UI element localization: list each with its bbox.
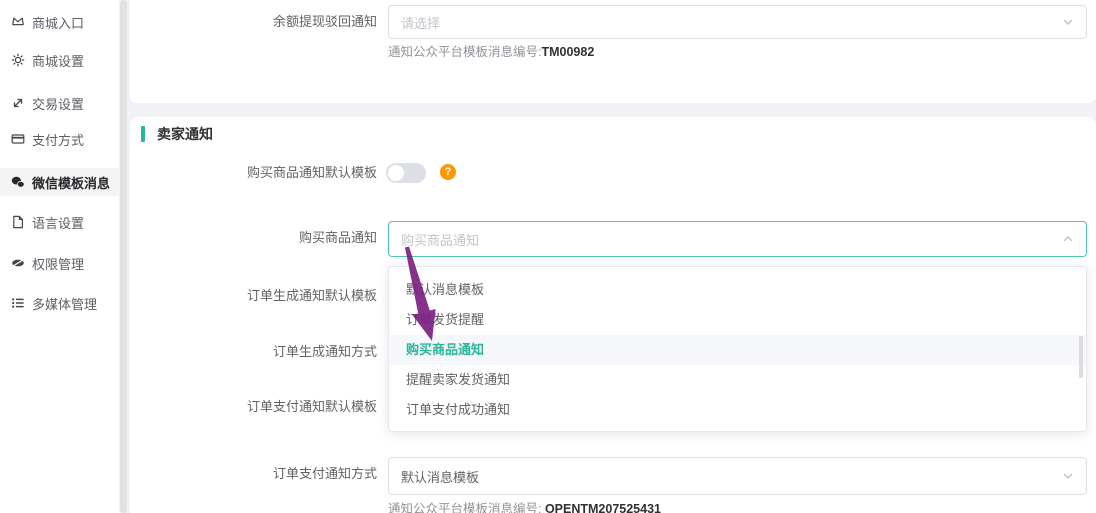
- field-label-order-pay-notify-mode: 订单支付通知方式: [137, 465, 377, 483]
- sidebar-item-label: 支付方式: [32, 130, 84, 149]
- field-label-order-pay-default-template: 订单支付通知默认模板: [137, 398, 377, 416]
- select-placeholder: 请选择: [401, 13, 440, 32]
- select-value: 默认消息模板: [401, 467, 479, 486]
- order-pay-notify-select[interactable]: 默认消息模板: [388, 457, 1087, 495]
- dropdown-option[interactable]: 订单发货提醒: [389, 305, 1086, 335]
- purchase-notify-select[interactable]: 购买商品通知: [388, 221, 1087, 257]
- sidebar-item-label: 商城设置: [32, 51, 84, 70]
- trade-arrows-icon: [11, 96, 25, 110]
- help-glyph: ?: [445, 166, 452, 178]
- dropdown-option[interactable]: 提醒卖家发货通知: [389, 365, 1086, 395]
- helper-prefix: 通知公众平台模板消息编号:: [388, 45, 541, 59]
- helper-code: OPENTM207525431: [545, 502, 661, 513]
- purchase-notify-dropdown: 默认消息模板 订单发货提醒 购买商品通知 提醒卖家发货通知 订单支付成功通知: [388, 266, 1087, 432]
- template-code-helper: 通知公众平台模板消息编号:TM00982: [388, 44, 594, 60]
- field-label-order-create-default-template: 订单生成通知默认模板: [137, 287, 377, 305]
- balance-reject-select[interactable]: 请选择: [388, 5, 1087, 39]
- document-icon: [11, 215, 25, 229]
- toggle-knob: [388, 165, 404, 181]
- entrance-icon: [11, 15, 25, 29]
- helper-prefix: 通知公众平台模板消息编号:: [388, 502, 545, 513]
- settings-screen: 商城入口 商城设置 交易设置 支付方式 微信模板消息: [0, 0, 1096, 513]
- sidebar-item-mall-settings[interactable]: 商城设置: [0, 46, 119, 74]
- page-scrollbar[interactable]: [120, 0, 127, 513]
- sidebar-item-label: 微信模板消息: [32, 173, 110, 192]
- section-accent-bar: [141, 126, 145, 142]
- chevron-up-icon: [1062, 233, 1074, 245]
- sidebar-item-language-settings[interactable]: 语言设置: [0, 208, 119, 236]
- chevron-down-icon: [1062, 16, 1074, 28]
- sidebar-item-label: 多媒体管理: [32, 294, 97, 313]
- dropdown-scrollbar[interactable]: [1079, 336, 1083, 378]
- select-placeholder: 购买商品通知: [401, 230, 479, 249]
- sidebar-item-wechat-template-messages[interactable]: 微信模板消息: [0, 168, 119, 196]
- sidebar-item-label: 语言设置: [32, 213, 84, 232]
- default-template-toggle[interactable]: [386, 163, 426, 183]
- credit-card-icon: [11, 132, 25, 146]
- sidebar-item-permission-management[interactable]: 权限管理: [0, 249, 119, 277]
- dropdown-option-selected[interactable]: 购买商品通知: [389, 335, 1086, 365]
- sidebar-item-label: 商城入口: [32, 13, 84, 32]
- field-label-purchase-notify: 购买商品通知: [137, 229, 377, 247]
- sidebar-item-payment-methods[interactable]: 支付方式: [0, 125, 119, 153]
- dropdown-option[interactable]: 默认消息模板: [389, 275, 1086, 305]
- sidebar-item-mall-entrance[interactable]: 商城入口: [0, 8, 119, 36]
- section-header: 卖家通知: [141, 124, 213, 144]
- chevron-down-icon: [1062, 470, 1074, 482]
- dropdown-option[interactable]: 订单支付成功通知: [389, 395, 1086, 425]
- sidebar-item-label: 交易设置: [32, 94, 84, 113]
- field-label-order-create-notify-mode: 订单生成通知方式: [137, 343, 377, 361]
- field-label-balance-reject: 余额提现驳回通知: [137, 13, 377, 31]
- helper-code: TM00982: [541, 45, 594, 59]
- help-icon[interactable]: ?: [440, 164, 456, 180]
- field-label-purchase-default-template: 购买商品通知默认模板: [137, 164, 377, 182]
- permission-eye-icon: [11, 256, 25, 270]
- template-code-helper-bottom: 通知公众平台模板消息编号: OPENTM207525431: [388, 501, 661, 513]
- media-list-icon: [11, 296, 25, 310]
- gear-icon: [11, 53, 25, 67]
- sidebar-item-multimedia-management[interactable]: 多媒体管理: [0, 289, 119, 317]
- sidebar-item-trade-settings[interactable]: 交易设置: [0, 89, 119, 117]
- wechat-chat-icon: [11, 175, 25, 189]
- sidebar: 商城入口 商城设置 交易设置 支付方式 微信模板消息: [0, 0, 119, 513]
- section-title: 卖家通知: [157, 124, 213, 144]
- sidebar-item-label: 权限管理: [32, 254, 84, 273]
